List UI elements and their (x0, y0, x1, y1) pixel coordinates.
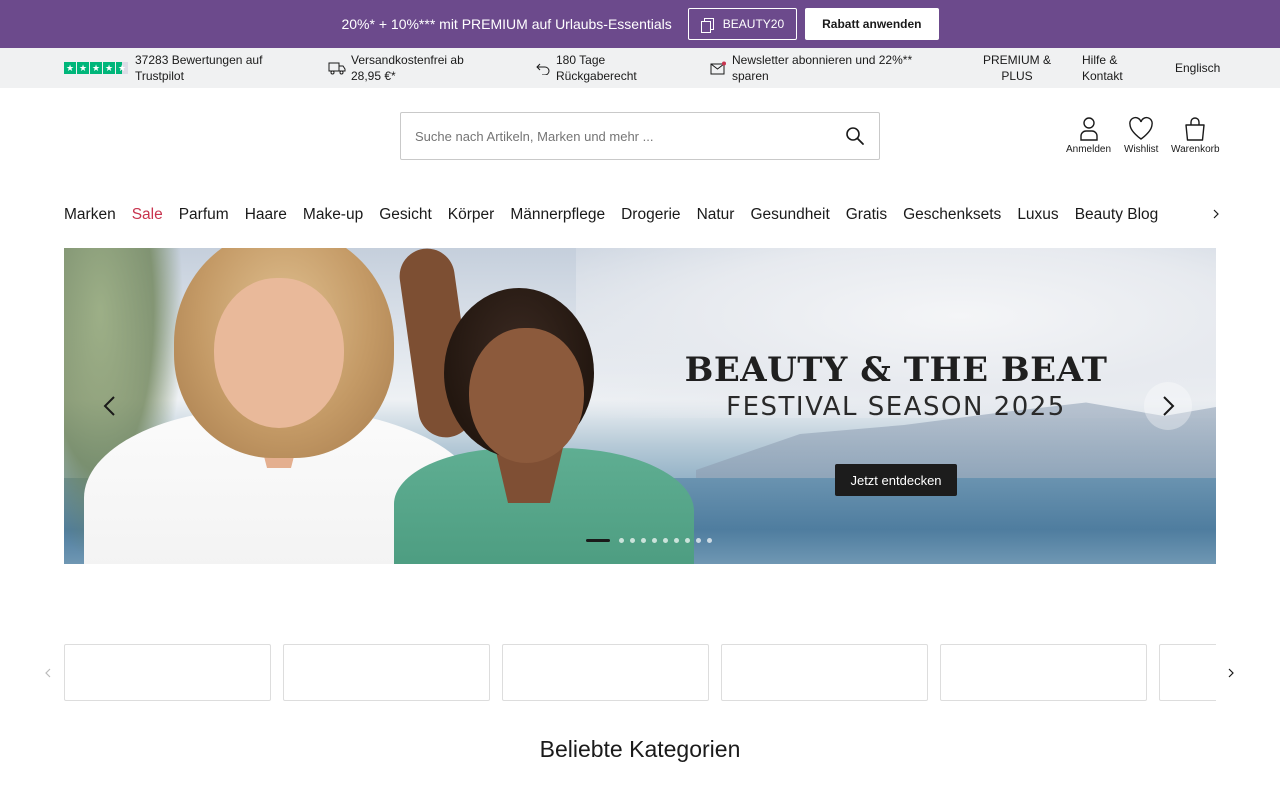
nav-item-beauty-blog[interactable]: Beauty Blog (1075, 206, 1159, 224)
apply-discount-button[interactable]: Rabatt anwenden (805, 8, 939, 40)
nav-item-make-up[interactable]: Make-up (303, 206, 363, 224)
popular-categories-heading: Beliebte Kategorien (539, 736, 741, 762)
brand-card[interactable] (64, 644, 271, 701)
carousel-dot[interactable] (652, 538, 657, 543)
nav-item-parfum[interactable]: Parfum (179, 206, 229, 224)
shopping-bag-icon (1185, 117, 1205, 141)
nav-item-sale[interactable]: Sale (132, 206, 163, 224)
nav-item-geschenksets[interactable]: Geschenksets (903, 206, 1001, 224)
carousel-dot[interactable] (630, 538, 635, 543)
trustpilot-stars-icon: ★ ★ ★ ★ ★ (64, 62, 128, 74)
nav-item-haare[interactable]: Haare (245, 206, 287, 224)
promo-text: 20%* + 10%*** mit PREMIUM auf Urlaubs-Es… (341, 16, 672, 32)
returns-info: 180 Tage Rückgaberecht (536, 52, 666, 84)
carousel-dot[interactable] (663, 538, 668, 543)
nav-item-gesundheit[interactable]: Gesundheit (750, 206, 829, 224)
cart-label: Warenkorb (1171, 144, 1220, 155)
wishlist-label: Wishlist (1124, 144, 1159, 155)
carousel-dot[interactable] (674, 538, 679, 543)
nav-item-koerper[interactable]: Körper (448, 206, 495, 224)
chevron-left-icon[interactable] (100, 391, 120, 421)
nav-item-natur[interactable]: Natur (697, 206, 735, 224)
trustpilot-rating[interactable]: ★ ★ ★ ★ ★ 37283 Bewertungen auf Trustpilot (64, 52, 274, 84)
account-button[interactable]: Anmelden (1066, 116, 1111, 155)
heart-icon (1129, 116, 1154, 140)
nav-item-gratis[interactable]: Gratis (846, 206, 887, 224)
promo-banner: 20%* + 10%*** mit PREMIUM auf Urlaubs-Es… (0, 0, 1280, 48)
carousel-dot[interactable] (707, 538, 712, 543)
brand-card[interactable] (283, 644, 490, 701)
search-input[interactable] (415, 128, 845, 144)
carousel-dot[interactable] (696, 538, 701, 543)
brand-carousel-next-icon[interactable] (1225, 666, 1237, 680)
wishlist-button[interactable]: Wishlist (1124, 116, 1158, 155)
returns-text: 180 Tage Rückgaberecht (556, 53, 637, 83)
newsletter-info[interactable]: Newsletter abonnieren und 22%** sparen (710, 52, 930, 84)
copy-code-button[interactable]: BEAUTY20 (687, 8, 798, 40)
mail-icon (710, 61, 726, 75)
nav-item-gesicht[interactable]: Gesicht (379, 206, 432, 224)
search-bar[interactable] (400, 112, 880, 160)
return-arrow-icon (536, 63, 550, 75)
account-label: Anmelden (1066, 144, 1112, 155)
hero-cta-button[interactable]: Jetzt entdecken (835, 464, 957, 496)
carousel-dot[interactable] (586, 539, 610, 542)
nav-item-luxus[interactable]: Luxus (1017, 206, 1058, 224)
language-selector[interactable]: Englisch (1175, 52, 1225, 84)
hero-title: BEAUTY & THE BEAT (684, 350, 1108, 390)
main-navigation: Marken Sale Parfum Haare Make-up Gesicht… (64, 206, 1174, 224)
brand-carousel-prev-icon[interactable] (42, 666, 54, 680)
nav-item-drogerie[interactable]: Drogerie (621, 206, 680, 224)
truck-icon (328, 62, 346, 75)
search-icon[interactable] (845, 126, 865, 146)
brand-carousel (64, 644, 1216, 702)
brand-card[interactable] (502, 644, 709, 701)
carousel-dot[interactable] (685, 538, 690, 543)
carousel-dot[interactable] (641, 538, 646, 543)
carousel-pagination (586, 538, 718, 543)
nav-item-marken[interactable]: Marken (64, 206, 116, 224)
hero-next-button[interactable] (1144, 382, 1192, 430)
promo-code: BEAUTY20 (722, 17, 785, 31)
copy-icon (700, 17, 714, 33)
user-icon (1079, 117, 1098, 141)
premium-plus-link[interactable]: PREMIUM & PLUS (980, 52, 1054, 84)
usp-bar: ★ ★ ★ ★ ★ 37283 Bewertungen auf Trustpilot V… (0, 48, 1280, 88)
nav-item-maennerpflege[interactable]: Männerpflege (510, 206, 605, 224)
help-contact-link[interactable]: Hilfe & Kontakt (1082, 52, 1142, 84)
carousel-dot[interactable] (619, 538, 624, 543)
hero-subtitle: FESTIVAL SEASON 2025 (726, 392, 1066, 422)
brand-card[interactable] (940, 644, 1147, 701)
nav-scroll-right-icon[interactable] (1209, 206, 1223, 222)
newsletter-text: Newsletter abonnieren und 22%** sparen (732, 53, 913, 83)
shipping-text: Versandkostenfrei ab 28,95 €* (351, 53, 464, 83)
hero-carousel[interactable]: BEAUTY & THE BEAT FESTIVAL SEASON 2025 J… (64, 248, 1216, 564)
chevron-right-icon (1163, 396, 1175, 416)
brand-card[interactable] (1159, 644, 1216, 701)
shipping-info: Versandkostenfrei ab 28,95 €* (328, 52, 498, 84)
trustpilot-text: 37283 Bewertungen auf Trustpilot (135, 53, 263, 83)
cart-button[interactable]: Warenkorb (1171, 116, 1220, 155)
brand-card[interactable] (721, 644, 928, 701)
